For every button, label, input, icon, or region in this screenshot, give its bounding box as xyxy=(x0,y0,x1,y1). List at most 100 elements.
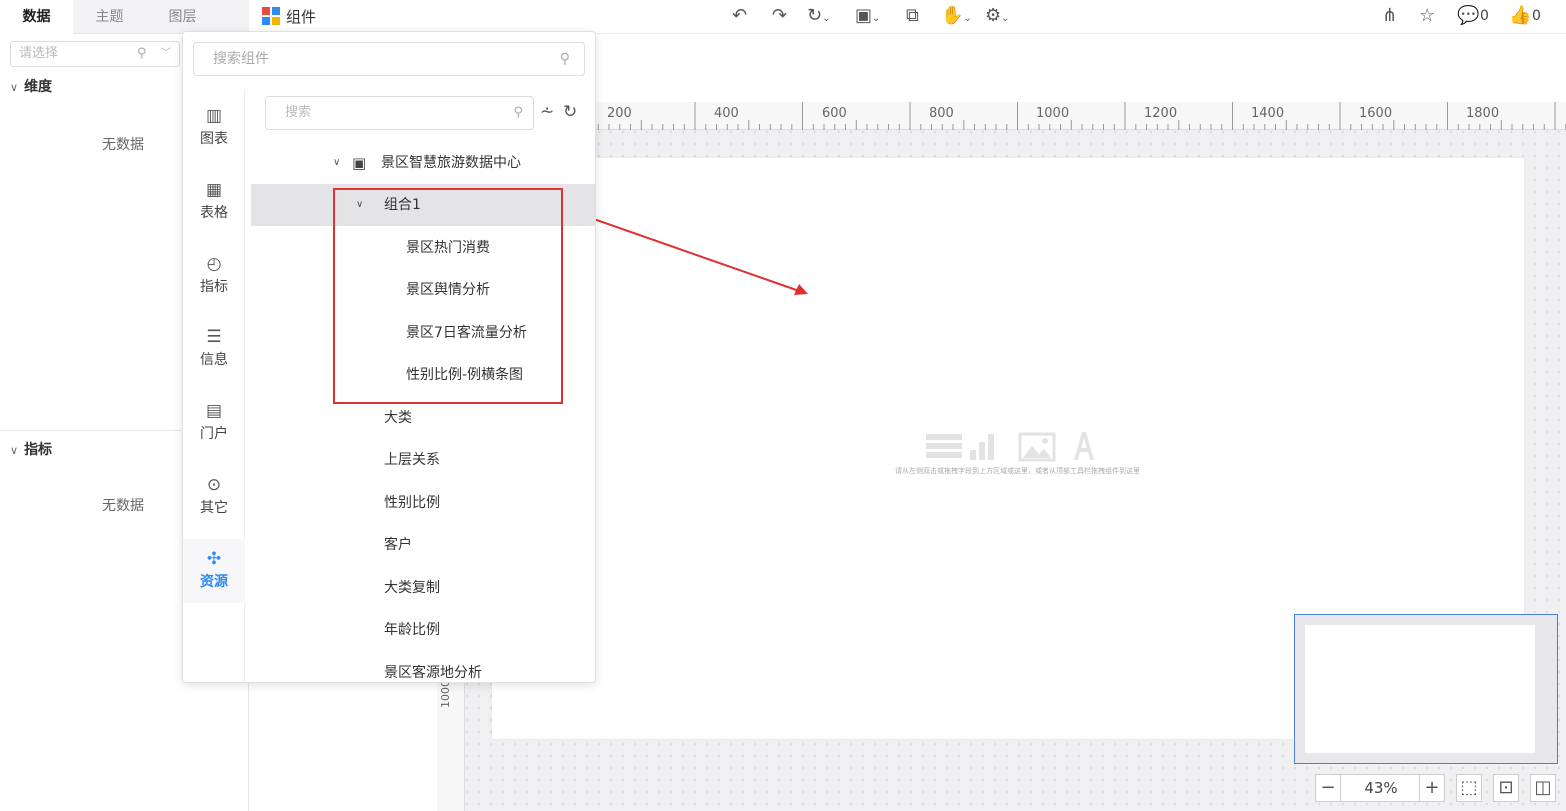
category-label: 资源 xyxy=(200,574,228,590)
category-other[interactable]: ⊙ 其它 xyxy=(183,465,245,525)
dataset-select[interactable]: 请选择 ⚲ ﹀ xyxy=(10,41,180,67)
fit-view-icon[interactable]: ⬚ xyxy=(1456,774,1482,802)
comment-icon[interactable]: 💬 xyxy=(1457,5,1479,27)
tree-item-label: 客户 xyxy=(384,537,412,553)
metric-section-header[interactable]: ∨ 指标 xyxy=(10,439,52,459)
tree-item[interactable]: 大类复制 xyxy=(251,567,595,609)
refresh-icon[interactable]: ↻⌄ xyxy=(807,5,830,27)
refresh-icon[interactable]: ↻ xyxy=(563,102,577,122)
dimension-title: 维度 xyxy=(24,79,53,95)
tree-item-label: 大类复制 xyxy=(384,580,440,596)
hand-icon[interactable]: ✋⌄ xyxy=(941,5,972,27)
zoom-out-button[interactable]: − xyxy=(1315,774,1341,802)
portal-icon: ▤ xyxy=(205,401,223,421)
tree-root-label: 景区智慧旅游数据中心 xyxy=(381,155,521,171)
tree-item[interactable]: 客户 xyxy=(251,524,595,566)
tree-item[interactable]: 景区客源地分析 xyxy=(251,652,595,682)
gauge-icon: ◴ xyxy=(206,254,222,274)
tree-item[interactable]: 上层关系 xyxy=(251,439,595,481)
undo-icon[interactable]: ↶ xyxy=(732,5,747,27)
table-icon: ▦ xyxy=(205,180,223,200)
tree-item-label: 景区客源地分析 xyxy=(384,665,482,681)
tree-item[interactable]: 性别比例 xyxy=(251,482,595,524)
top-toolbar: 组件 ↶ ↷ ↻⌄ ▣⌄ ⧉ ✋⌄ ⚙⌄ ⋔ ☆ 💬 0 👍 0 xyxy=(249,0,1566,34)
category-resource[interactable]: ✣ 资源 xyxy=(183,539,245,603)
category-label: 表格 xyxy=(200,205,228,221)
ruler-label: 400 xyxy=(714,106,739,121)
search-icon: ⚲ xyxy=(559,51,570,67)
like-count: 0 xyxy=(1532,8,1541,24)
components-icon xyxy=(262,7,280,25)
category-label: 指标 xyxy=(200,279,228,295)
canvas-placeholder-text: 请从左侧双击或拖拽字段到上方区域或这里，或者从顶部工具栏拖拽组件到这里 xyxy=(895,467,1140,475)
select-placeholder: 请选择 xyxy=(19,46,59,61)
more-icon: ⊙ xyxy=(206,475,222,495)
tree-item[interactable]: 年龄比例 xyxy=(251,609,595,651)
category-metric[interactable]: ◴ 指标 xyxy=(183,244,245,304)
zoom-in-button[interactable]: + xyxy=(1419,774,1445,802)
category-portal[interactable]: ▤ 门户 xyxy=(183,391,245,451)
search-icon: ⚲ xyxy=(513,105,523,120)
zoom-level[interactable]: 43% xyxy=(1341,774,1421,802)
annotation-highlight-box xyxy=(333,188,563,404)
component-label: 组件 xyxy=(286,8,317,26)
minimap[interactable] xyxy=(1294,614,1558,764)
tree-item-label: 年龄比例 xyxy=(384,622,440,638)
star-icon[interactable]: ☆ xyxy=(1419,5,1435,27)
category-table[interactable]: ▦ 表格 xyxy=(183,170,245,230)
category-chart[interactable]: ▥ 图表 xyxy=(183,96,245,156)
panel-toggle-icon[interactable]: ◫ xyxy=(1530,774,1556,802)
focus-icon[interactable]: ⊡ xyxy=(1493,774,1519,802)
bar-chart-icon: ▥ xyxy=(205,106,223,126)
component-popup: 搜索组件 ⚲ ▥ 图表 ▦ 表格 ◴ 指标 ☰ 信息 ▤ 门户 ⊙ 其它 ✣ 资 xyxy=(182,31,596,683)
ruler-label: 200 xyxy=(607,106,632,121)
preview-icon[interactable]: ⧉ xyxy=(906,5,919,27)
chevron-down-icon: ∨ xyxy=(10,444,19,457)
comment-count: 0 xyxy=(1480,8,1489,24)
ruler-label: 1400 xyxy=(1251,106,1285,121)
like-icon[interactable]: 👍 xyxy=(1509,5,1531,27)
category-info[interactable]: ☰ 信息 xyxy=(183,317,245,377)
component-search-input[interactable]: 搜索组件 ⚲ xyxy=(193,42,585,76)
tab-data[interactable]: 数据 xyxy=(0,0,73,34)
metric-title: 指标 xyxy=(24,442,53,458)
save-icon[interactable]: ▣⌄ xyxy=(855,5,880,27)
category-label: 其它 xyxy=(200,500,228,516)
resource-search-input[interactable]: 搜索 ⚲ xyxy=(265,96,534,130)
dashboard-icon: ▣ xyxy=(352,154,367,172)
category-nav: ▥ 图表 ▦ 表格 ◴ 指标 ☰ 信息 ▤ 门户 ⊙ 其它 ✣ 资源 xyxy=(183,90,245,682)
ruler-label: 800 xyxy=(929,106,954,121)
filter-icon[interactable]: ⩪ xyxy=(540,102,554,122)
minimap-page xyxy=(1305,625,1535,753)
dimension-section-header[interactable]: ∨ 维度 xyxy=(10,76,52,96)
ruler-label: 1000 xyxy=(1036,106,1070,121)
resource-search-placeholder: 搜索 xyxy=(285,105,312,120)
chevron-down-icon: ∨ xyxy=(10,81,19,94)
category-label: 图表 xyxy=(200,131,228,147)
settings-icon[interactable]: ⚙⌄ xyxy=(985,5,1010,27)
horizontal-ruler: 200 400 600 800 1000 1200 1400 1600 1800 xyxy=(437,102,1566,130)
puzzle-icon: ✣ xyxy=(206,549,222,569)
dimension-empty: 无数据 xyxy=(102,137,144,153)
tab-layers[interactable]: 图层 xyxy=(146,0,219,34)
ruler-v-label: 1000 xyxy=(439,680,452,708)
annotation-arrow xyxy=(567,209,808,295)
category-label: 信息 xyxy=(200,352,228,368)
redo-icon[interactable]: ↷ xyxy=(772,5,787,27)
tree-item-label: 上层关系 xyxy=(384,452,440,468)
ruler-label: 1800 xyxy=(1466,106,1500,121)
search-icon: ⚲ xyxy=(137,46,147,61)
empty-placeholder-icons xyxy=(926,432,1094,462)
metric-empty: 无数据 xyxy=(102,498,144,514)
info-icon: ☰ xyxy=(206,327,222,347)
left-tabs: 数据 主题 图层 xyxy=(0,0,249,34)
category-label: 门户 xyxy=(200,426,228,442)
ruler-label: 600 xyxy=(822,106,847,121)
share-icon[interactable]: ⋔ xyxy=(1382,5,1397,27)
component-search-placeholder: 搜索组件 xyxy=(213,51,269,67)
tree-root[interactable]: ∨ ▣ 景区智慧旅游数据中心 xyxy=(251,142,595,184)
tab-theme[interactable]: 主题 xyxy=(73,0,146,34)
ruler-label: 1200 xyxy=(1144,106,1178,121)
chevron-down-icon: ﹀ xyxy=(161,48,171,59)
ruler-label: 1600 xyxy=(1359,106,1393,121)
